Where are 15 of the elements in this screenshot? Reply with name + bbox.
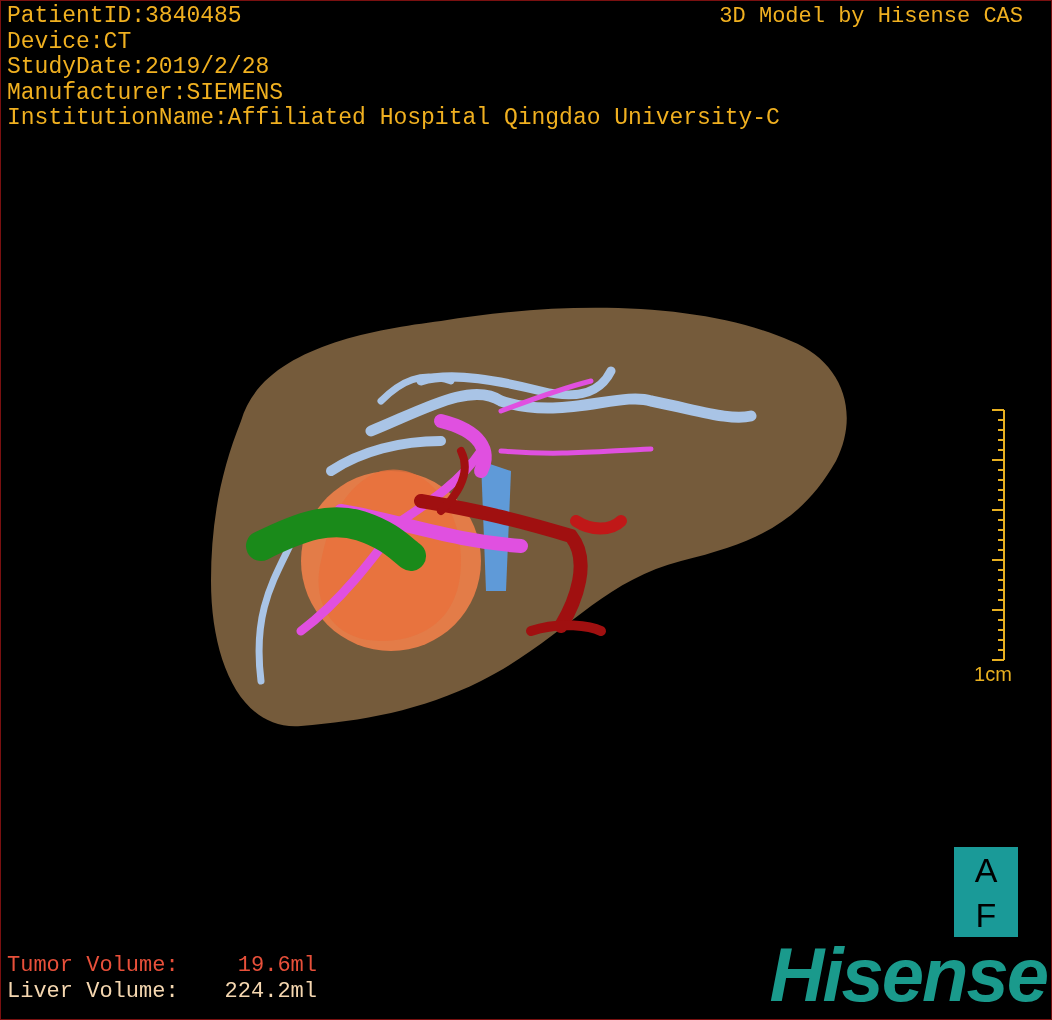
cube-face-label: A: [974, 852, 998, 887]
volume-label: Liver Volume:: [7, 979, 180, 1005]
study-info-text: Device:CT: [7, 29, 132, 55]
credit-text: 3D Model by Hisense CAS: [719, 4, 1023, 29]
orientation-cube[interactable]: A F: [954, 847, 1018, 937]
cube-face-label: F: [975, 897, 997, 932]
volume-label: Tumor Volume:: [7, 953, 180, 979]
volume-value: 224.2ml: [223, 979, 317, 1005]
volume-value: 19.6ml: [236, 953, 317, 979]
study-info-text: InstitutionName:Affiliated Hospital Qingdao University-C: [7, 106, 780, 132]
study-info-text: PatientID:3840485: [7, 4, 242, 30]
logo: Hisense: [769, 937, 1047, 1013]
scale-label: 1cm: [974, 663, 1012, 686]
study-info-text: StudyDate:2019/2/28: [7, 55, 270, 81]
study-info-text: Manufacturer:SIEMENS: [7, 80, 284, 106]
